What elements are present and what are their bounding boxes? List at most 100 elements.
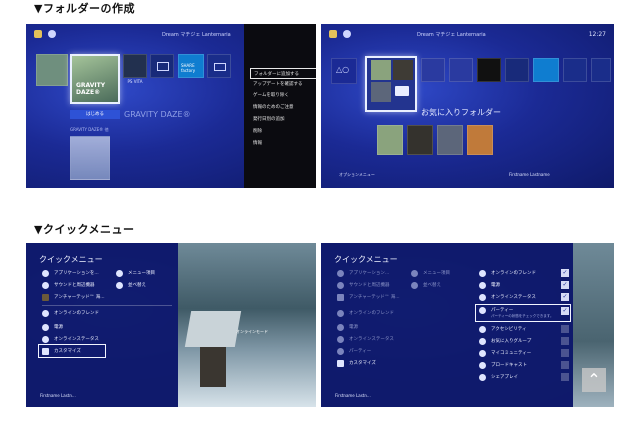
folder-game-3[interactable] (437, 125, 463, 155)
qm-label: オンラインステータス (491, 295, 536, 300)
custom-item-online-status[interactable]: オンラインステータス (479, 291, 536, 303)
qm-item-customize[interactable]: カスタマイズ (337, 357, 376, 369)
tile-video[interactable] (563, 58, 587, 82)
folder-game-4[interactable] (467, 125, 493, 155)
qm-item-party[interactable]: パーティー (337, 345, 371, 357)
qm-item-apps[interactable]: アプリケーション... (337, 267, 389, 279)
qm-item-power[interactable]: 電源 (337, 321, 358, 333)
speaker-icon (42, 281, 49, 289)
scroll-to-top-button[interactable]: ⌃ (582, 368, 606, 392)
custom-item-friends[interactable]: オンラインのフレンド (479, 267, 536, 279)
menu-icon (116, 269, 123, 277)
custom-item-favorite-groups[interactable]: お気に入りグループ (479, 335, 531, 347)
qm-item-power[interactable]: 電源 (42, 321, 63, 333)
checkbox-online-status[interactable]: ✓ (561, 293, 569, 301)
menu-icon (411, 269, 418, 277)
qm-item-menu-items[interactable]: メニュー項目 (411, 267, 450, 279)
power-icon (479, 281, 486, 289)
checkbox-broadcast[interactable] (561, 361, 569, 369)
qm-label: カスタマイズ (349, 361, 376, 366)
game-tile-prev[interactable] (36, 54, 68, 86)
qm-item-uncharted[interactable]: アンチャーテッド™ 海... (42, 291, 105, 303)
tile-store[interactable] (421, 58, 445, 82)
broadcast-icon (479, 361, 486, 369)
tile-gallery[interactable] (449, 58, 473, 82)
qm-label: オンラインステータス (349, 337, 394, 342)
tile-video[interactable] (207, 54, 231, 78)
character (200, 347, 226, 387)
menu-item-info[interactable]: 情報 (250, 138, 316, 149)
notification-icon (343, 30, 351, 38)
tile-tv[interactable] (505, 58, 529, 82)
tile-sharefactory[interactable]: SHARE factory (178, 54, 204, 78)
qm-label: サウンドと周辺機器 (54, 283, 95, 288)
qm-label: お気に入りグループ (491, 339, 532, 344)
folder-icon (395, 86, 409, 96)
checkbox-my-community[interactable] (561, 349, 569, 357)
folder-game-2[interactable] (407, 125, 433, 155)
checkbox-shareplay[interactable] (561, 373, 569, 381)
qm-label: 電源 (54, 325, 63, 330)
context-menu: フォルダーに追加する アップデートを確認する ゲームを取り除く 情報のためのご注… (244, 24, 316, 188)
qm-label: ブロードキャスト (491, 363, 527, 368)
tile-ps-now[interactable] (477, 58, 501, 82)
qm-label: カスタマイズ (54, 349, 81, 354)
custom-item-broadcast[interactable]: ブロードキャスト (479, 359, 527, 371)
tile-more[interactable] (591, 58, 611, 82)
menu-item-notice[interactable]: 情報のためのご注意 (250, 102, 316, 113)
menu-item-add-release[interactable]: 発行日別の追加 (250, 114, 316, 125)
qm-label: パーティー (491, 308, 514, 313)
folder-thumb-3 (371, 82, 391, 102)
qm-item-friends[interactable]: オンラインのフレンド (42, 307, 99, 319)
tile-ps-vita[interactable] (123, 54, 147, 78)
accessibility-icon (479, 325, 486, 333)
separator (42, 305, 172, 306)
menu-item-delete[interactable]: 削除 (250, 126, 316, 137)
qm-item-online-status[interactable]: オンラインステータス (337, 333, 394, 345)
game-tile-gravity-daze[interactable]: GRAVITY DAZE® (70, 54, 120, 104)
tile-tv[interactable] (150, 54, 174, 78)
menu-item-add-folder[interactable]: フォルダーに追加する (250, 68, 316, 79)
checkbox-favorite-groups[interactable] (561, 337, 569, 345)
checkbox-power[interactable]: ✓ (561, 281, 569, 289)
speaker-icon (337, 281, 344, 289)
qm-label: アンチャーテッド™ 海... (349, 295, 400, 300)
qm-item-menu-items[interactable]: メニュー項目 (116, 267, 155, 279)
tile-screenshot[interactable] (70, 136, 110, 180)
apps-icon (42, 269, 49, 277)
qm-item-friends[interactable]: オンラインのフレンド (337, 307, 394, 319)
tile-library[interactable]: △○ (331, 58, 357, 84)
qm-label: アクセシビリティ (491, 327, 527, 332)
folder-tile[interactable] (365, 56, 417, 112)
custom-item-accessibility[interactable]: アクセシビリティ (479, 323, 527, 335)
custom-item-shareplay[interactable]: シェアプレイ (479, 371, 518, 383)
qm-item-reorder[interactable]: 並べ替え (411, 279, 441, 291)
checkbox-accessibility[interactable] (561, 325, 569, 333)
tile-label-sharefactory: SHARE factory (181, 63, 196, 73)
qm-item-sound[interactable]: サウンドと周辺機器 (337, 279, 390, 291)
top-bar-text: Dream マチジェ Lanternaria (162, 31, 231, 38)
tile-sharefactory[interactable] (533, 58, 559, 82)
trophy-icon (34, 30, 42, 38)
reorder-icon (116, 281, 123, 289)
menu-item-check-update[interactable]: アップデートを確認する (250, 79, 316, 90)
power-icon (42, 323, 49, 331)
qm-label: 電源 (491, 283, 500, 288)
qm-label: サウンドと周辺機器 (349, 283, 390, 288)
qm-label: 電源 (349, 325, 358, 330)
checkbox-friends[interactable]: ✓ (561, 269, 569, 277)
play-button[interactable]: はじめる (70, 110, 120, 119)
qm-item-customize[interactable]: カスタマイズ (42, 345, 81, 357)
qm-label: パーティー (349, 349, 372, 354)
qm-item-reorder[interactable]: 並べ替え (116, 279, 146, 291)
qm-item-uncharted[interactable]: アンチャーテッド™ 海... (337, 291, 400, 303)
qm-item-sound[interactable]: サウンドと周辺機器 (42, 279, 95, 291)
qm-item-apps[interactable]: アプリケーションを... (42, 267, 99, 279)
qm-label: アンチャーテッド™ 海... (54, 295, 105, 300)
qm-label: アプリケーション... (349, 271, 390, 276)
custom-item-my-community[interactable]: マイコミュニティー (479, 347, 531, 359)
menu-item-remove-game[interactable]: ゲームを取り除く (250, 90, 316, 101)
folder-game-1[interactable] (377, 125, 403, 155)
custom-item-power[interactable]: 電源 (479, 279, 500, 291)
checkbox-party[interactable]: ✓ (561, 307, 569, 315)
